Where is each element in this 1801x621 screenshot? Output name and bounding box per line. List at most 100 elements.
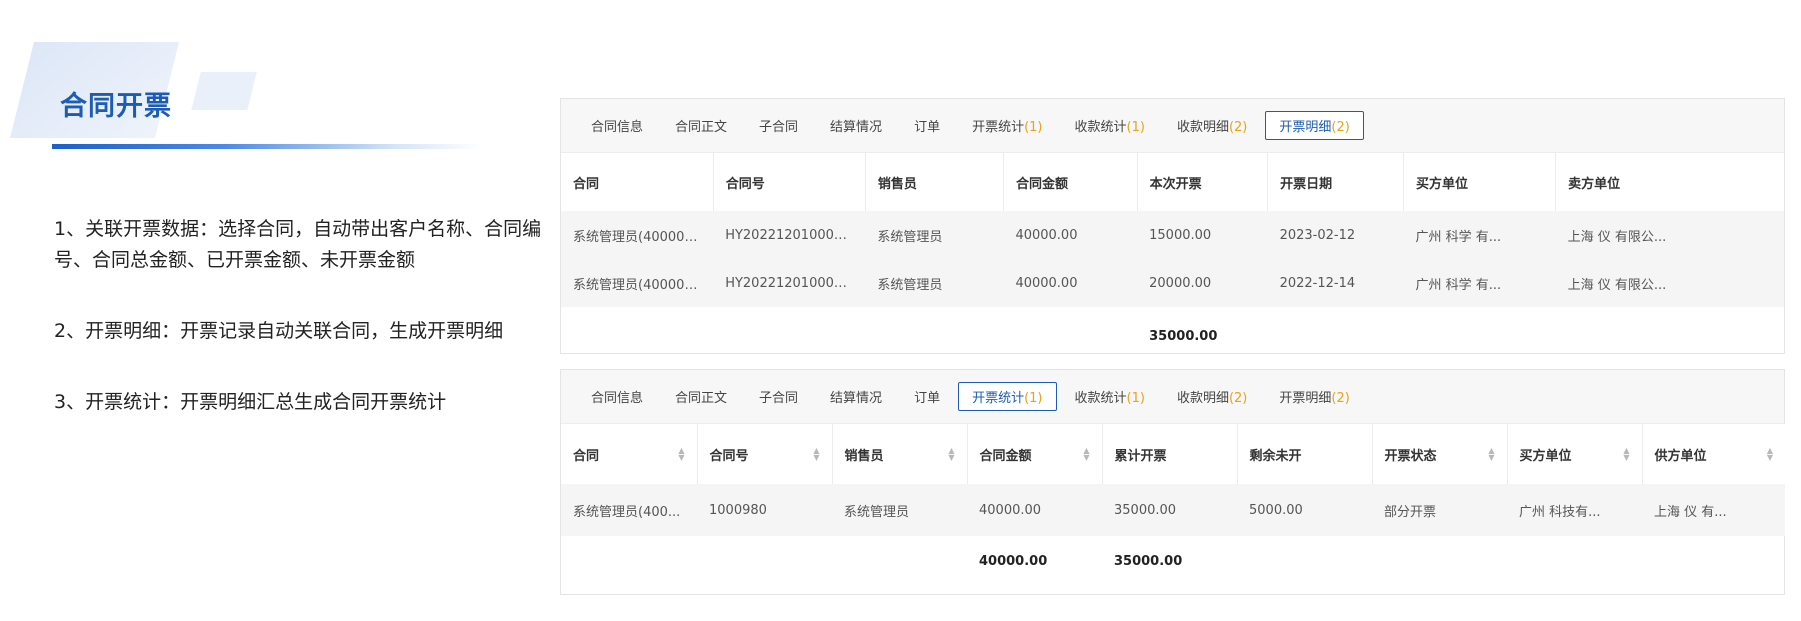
column-header[interactable]: 合同金额 ▲ ▼ [967,424,1103,484]
table-cell: 5000.00 [1237,484,1372,536]
tab-5[interactable]: 开票统计(1) [958,382,1057,411]
column-header[interactable]: 供方单位 ▲ ▼ [1642,424,1785,484]
table-cell: 系统管理员 [832,484,967,536]
column-header-label: 合同 [573,448,600,464]
tab-8[interactable]: 开票明细(2) [1265,382,1363,411]
tab-1[interactable]: 合同正文 [661,382,741,411]
column-header-label: 销售员 [844,448,884,464]
tab-8[interactable]: 开票明细(2) [1265,111,1364,140]
column-header: 买方单位 [1403,153,1557,211]
tab-4[interactable]: 订单 [900,382,954,411]
tab-label: 结算情况 [830,120,883,135]
column-header-label: 买方单位 [1415,176,1468,192]
total-cell [1403,307,1555,365]
tab-4[interactable]: 订单 [900,111,954,140]
total-cell [1507,536,1642,586]
total-cell [865,307,1003,365]
column-header[interactable]: 合同号 ▲ ▼ [697,424,833,484]
table-cell: 40000.00 [1003,211,1138,259]
tab-0[interactable]: 合同信息 [577,382,657,411]
tab-3[interactable]: 结算情况 [816,111,896,140]
invoice-statistics-panel: 合同信息 合同正文 子合同 结算情况 订单 开票统计(1) 收款统计(1) 收款明细(2) 开票… [560,369,1785,595]
tab-label: 收款明细 [1176,120,1229,135]
total-cell: 35000.00 [1114,553,1183,569]
column-header: 合同 [561,153,714,211]
table-cell: 2022-12-14 [1267,259,1404,307]
column-header-label: 卖方单位 [1568,176,1621,192]
page-title: 合同开票 [60,91,172,122]
tab-label: 开票明细 [1279,120,1332,135]
tab-1[interactable]: 合同正文 [661,111,741,140]
tab-6[interactable]: 收款统计(1) [1061,382,1159,411]
table-cell: HY20221201000008 [713,211,866,259]
column-header[interactable]: 开票状态 ▲ ▼ [1372,424,1508,484]
column-header[interactable]: 合同 ▲ ▼ [561,424,698,484]
tab-5[interactable]: 开票统计(1) [958,111,1056,140]
column-header: 本次开票 [1137,153,1269,211]
tab-label: 订单 [914,391,941,406]
sort-icon[interactable]: ▲ ▼ [948,447,955,462]
tab-2[interactable]: 子合同 [745,111,812,140]
tab-label: 开票统计 [972,120,1025,135]
table-cell: 1000980 [697,484,832,536]
table-cell: 40000.00 [967,484,1102,536]
tab-count-badge: (2) [1228,120,1248,135]
tab-label: 合同信息 [591,120,644,135]
table-cell: 上海 仪 有限公... [1555,259,1784,307]
tab-label: 收款统计 [1074,391,1127,406]
column-header[interactable]: 销售员 ▲ ▼ [832,424,968,484]
table-cell: 广州 科学 有... [1403,259,1556,307]
column-header-label: 合同金额 [979,448,1032,464]
sort-icon[interactable]: ▲ ▼ [1083,447,1089,462]
note-invoice-detail: 2、开票明细：开票记录自动关联合同，生成开票明细 [54,320,504,342]
title-decoration-small [191,72,257,110]
tab-label: 合同正文 [675,120,728,135]
total-cell: 40000.00 [979,553,1048,569]
column-header-label: 剩余未开 [1249,448,1302,464]
sort-down-icon: ▼ [813,453,820,462]
table-row[interactable]: 系统管理员(40000.0... HY20221201000008 系统管理员 400… [561,211,1784,259]
tab-label: 合同正文 [675,391,728,406]
column-header-label: 买方单位 [1519,448,1572,464]
tab-count-badge: (2) [1228,391,1248,406]
column-header: 开票日期 [1267,153,1404,211]
table-cell: 广州 科学 有... [1403,211,1556,259]
column-header-label: 供方单位 [1654,448,1707,464]
column-header: 合同金额 [1003,153,1138,211]
column-header-label: 合同号 [709,448,749,464]
tab-label: 结算情况 [830,391,883,406]
table-cell: 系统管理员(40000.0... [561,211,714,259]
table-cell: 40000.00 [1003,259,1138,307]
table-row[interactable]: 系统管理员(40000.0... HY20221201000008 系统管理员 400… [561,259,1784,307]
table-cell: 部分开票 [1372,484,1507,536]
total-cell [1268,307,1404,365]
tab-6[interactable]: 收款统计(1) [1061,111,1159,140]
tab-7[interactable]: 收款明细(2) [1163,382,1261,411]
column-header: 累计开票 [1102,424,1238,484]
tab-7[interactable]: 收款明细(2) [1163,111,1261,140]
sort-icon[interactable]: ▲ ▼ [678,447,684,462]
sort-down-icon: ▼ [1766,453,1773,462]
total-cell [1372,536,1507,586]
column-header-label: 本次开票 [1149,176,1202,192]
table-cell: 20000.00 [1137,259,1268,307]
sort-down-icon: ▼ [948,453,955,462]
total-cell [1556,307,1784,365]
sort-icon[interactable]: ▲ ▼ [1488,447,1494,462]
table-cell: 15000.00 [1137,211,1268,259]
tab-label: 订单 [914,120,941,135]
total-cell [561,536,697,586]
tab-0[interactable]: 合同信息 [577,111,657,140]
sort-icon[interactable]: ▲ ▼ [813,447,820,462]
tab-3[interactable]: 结算情况 [816,382,896,411]
tab-2[interactable]: 子合同 [745,382,812,411]
total-cell [1003,307,1137,365]
sort-icon[interactable]: ▲ ▼ [1766,447,1773,462]
tab-label: 收款统计 [1074,120,1127,135]
sort-icon[interactable]: ▲ ▼ [1623,447,1629,462]
tab-count-badge: (1) [1126,120,1145,135]
total-row: 40000.00 35000.00 [561,536,1785,586]
tab-count-badge: (1) [1024,391,1043,406]
column-header[interactable]: 买方单位 ▲ ▼ [1507,424,1643,484]
table-row[interactable]: 系统管理员(400... 1000980 系统管理员 40000.00 35000.00… [561,484,1785,536]
